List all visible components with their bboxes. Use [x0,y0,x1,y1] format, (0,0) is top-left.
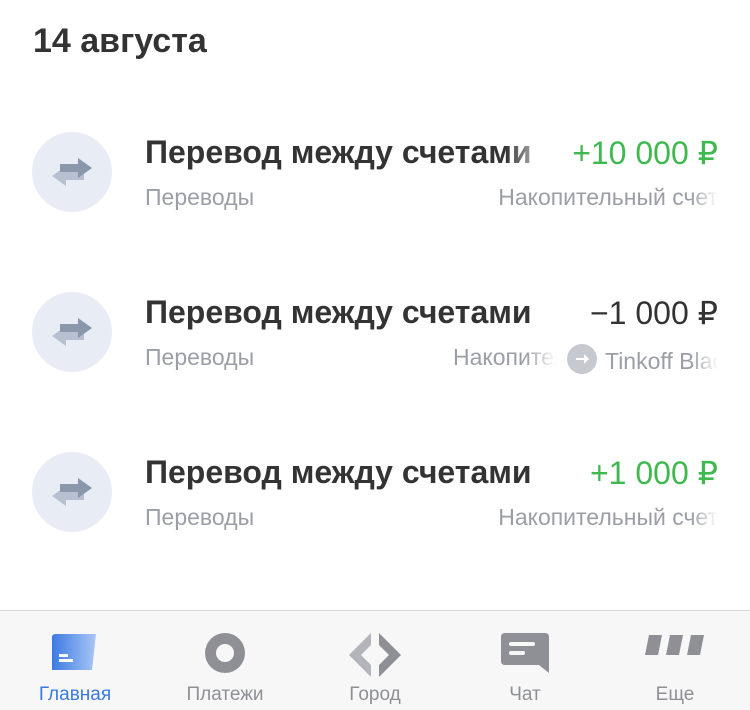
tab-label: Платежи [186,684,264,705]
transaction-category: Переводы [145,344,255,370]
tab-bar: Главная Платежи Город Чат Еще [0,610,750,710]
transaction-account: Накопительный счет [498,504,718,530]
transaction-amount: +1 000 ₽ [589,455,718,491]
tab-home[interactable]: Главная [0,611,150,710]
chat-bubble-icon [501,633,549,680]
transaction-account-route: Накопительный Tinkoff Black [453,344,718,375]
transaction-amount: −1 000 ₽ [589,295,718,331]
more-dots-icon [644,633,706,662]
home-card-icon [50,633,100,676]
tab-label: Чат [509,684,541,705]
payments-circle-icon [203,633,247,682]
tab-payments[interactable]: Платежи [150,611,300,710]
transfer-icon [32,452,112,532]
tab-label: Еще [655,684,695,705]
transaction-amount: +10 000 ₽ [572,135,718,171]
transaction-category: Переводы [145,184,255,210]
transaction-row[interactable]: Перевод между счетами +10 000 ₽ Переводы… [0,132,750,232]
tab-label: Главная [38,684,112,705]
transaction-title: Перевод между счетами [145,134,532,170]
tab-label: Город [349,684,401,705]
tab-chat[interactable]: Чат [450,611,600,710]
tab-more[interactable]: Еще [600,611,750,710]
transaction-title: Перевод между счетами [145,454,532,490]
arrow-right-icon [567,344,597,374]
transaction-row[interactable]: Перевод между счетами −1 000 ₽ Переводы … [0,292,750,392]
transaction-category: Переводы [145,504,255,530]
city-diamond-icon [349,633,401,682]
tab-city[interactable]: Город [300,611,450,710]
transfer-icon [32,132,112,212]
account-to: Tinkoff Black [605,348,718,374]
account-from: Накопительный [453,344,557,370]
transaction-title: Перевод между счетами [145,294,532,330]
transfer-icon [32,292,112,372]
transaction-account: Накопительный счет [498,184,718,210]
date-header: 14 августа [33,22,207,60]
transaction-row[interactable]: Перевод между счетами +1 000 ₽ Переводы … [0,452,750,552]
